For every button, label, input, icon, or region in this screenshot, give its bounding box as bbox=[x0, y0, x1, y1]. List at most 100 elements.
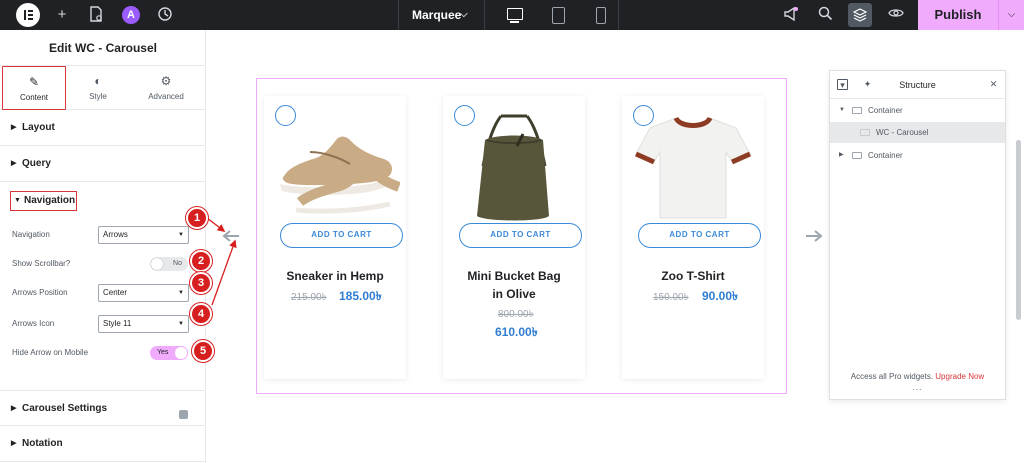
tablet-icon[interactable] bbox=[548, 5, 568, 25]
search-icon[interactable] bbox=[816, 6, 834, 24]
structure-item[interactable]: ▼ Container bbox=[830, 100, 1005, 121]
structure-item-selected[interactable]: WC - Carousel bbox=[830, 122, 1005, 143]
upgrade-footer: Access all Pro widgets. Upgrade Now bbox=[830, 372, 1005, 381]
arrows-position-label: Arrows Position bbox=[12, 288, 68, 297]
close-icon[interactable]: ✕ bbox=[988, 79, 999, 90]
mobile-icon[interactable] bbox=[590, 5, 610, 25]
annotation-marker: 2 bbox=[190, 250, 212, 272]
arrows-position-select[interactable]: Center ▼ bbox=[98, 284, 189, 302]
caret-down-icon: ▼ bbox=[178, 321, 184, 327]
section-layout[interactable]: ▶ Layout bbox=[0, 110, 206, 146]
product-price: 185.00৳ bbox=[339, 289, 382, 303]
product-image[interactable] bbox=[449, 110, 579, 222]
arrow-right-icon[interactable] bbox=[805, 229, 823, 243]
tab-label: Advanced bbox=[148, 92, 184, 101]
select-value: Arrows bbox=[103, 230, 128, 239]
section-label: Carousel Settings bbox=[22, 403, 108, 414]
section-carousel-settings[interactable]: ▶ Carousel Settings bbox=[0, 390, 206, 426]
product-old-price: 800.00৳ bbox=[498, 309, 534, 320]
structure-item[interactable]: ▶ Container bbox=[830, 145, 1005, 166]
preview-icon[interactable] bbox=[887, 6, 905, 24]
select-value: Style 11 bbox=[103, 319, 132, 328]
structure-item-label: Container bbox=[868, 151, 903, 160]
product-card: ADD TO CART Mini Bucket Bag in Olive 800… bbox=[443, 96, 585, 379]
canvas-scrollbar[interactable] bbox=[1016, 140, 1021, 320]
tab-content[interactable]: ✎ Content bbox=[2, 66, 66, 110]
divider bbox=[618, 0, 619, 30]
tab-style[interactable]: ◐ Style bbox=[66, 66, 130, 110]
section-label: Navigation bbox=[24, 195, 76, 206]
section-notation[interactable]: ▶ Notation bbox=[0, 426, 206, 462]
notifications-icon[interactable] bbox=[782, 6, 800, 24]
arrows-icon-label: Arrows Icon bbox=[12, 319, 55, 328]
tab-label: Style bbox=[89, 92, 107, 101]
product-card: ADD TO CART Sneaker in Hemp 215.00৳ 185.… bbox=[264, 96, 406, 379]
caret-down-icon: ▼ bbox=[839, 107, 845, 113]
section-label: Layout bbox=[22, 122, 55, 133]
product-name[interactable]: Sneaker in Hemp bbox=[264, 269, 406, 283]
desktop-icon[interactable] bbox=[505, 5, 525, 25]
structure-icon[interactable] bbox=[848, 3, 872, 27]
annotation-marker: 4 bbox=[190, 303, 212, 325]
container-icon bbox=[852, 107, 862, 114]
toggle-text: Yes bbox=[157, 349, 169, 356]
pencil-icon: ✎ bbox=[28, 75, 40, 89]
product-card: ADD TO CART Zoo T-Shirt 150.00৳ 90.00৳ bbox=[622, 96, 764, 379]
navigation-select[interactable]: Arrows ▼ bbox=[98, 226, 189, 244]
publish-button[interactable]: Publish bbox=[918, 0, 998, 30]
annotation-marker: 3 bbox=[190, 272, 212, 294]
product-image[interactable] bbox=[628, 110, 758, 222]
history-icon[interactable] bbox=[156, 6, 174, 24]
structure-item-label: Container bbox=[868, 106, 903, 115]
product-price: 610.00৳ bbox=[495, 325, 538, 339]
annotation-marker: 1 bbox=[186, 207, 208, 229]
caret-down-icon: ▼ bbox=[178, 290, 184, 296]
add-to-cart-button[interactable]: ADD TO CART bbox=[638, 223, 761, 248]
hide-arrow-toggle[interactable]: Yes bbox=[150, 346, 188, 360]
page-selector[interactable]: Marquee ⌵ bbox=[398, 0, 484, 30]
structure-title: Structure bbox=[899, 80, 936, 90]
arrow-left-icon[interactable] bbox=[222, 229, 240, 243]
add-to-cart-button[interactable]: ADD TO CART bbox=[280, 223, 403, 248]
elementor-logo-icon[interactable] bbox=[16, 3, 40, 27]
arrows-icon-select[interactable]: Style 11 ▼ bbox=[98, 315, 189, 333]
container-icon bbox=[852, 152, 862, 159]
product-name-line1[interactable]: Mini Bucket Bag bbox=[443, 269, 585, 283]
add-icon[interactable]: + bbox=[53, 6, 71, 24]
product-name-line2[interactable]: in Olive bbox=[443, 287, 585, 301]
caret-right-icon: ▶ bbox=[11, 160, 17, 167]
pro-badge-icon bbox=[179, 410, 188, 419]
upgrade-link[interactable]: Upgrade Now bbox=[935, 372, 984, 381]
gear-icon: ⚙ bbox=[160, 74, 172, 88]
section-navigation[interactable]: ▼ Navigation bbox=[10, 191, 77, 211]
ai-icon[interactable]: A bbox=[122, 6, 140, 24]
widget-icon bbox=[860, 129, 870, 136]
structure-item-label: WC - Carousel bbox=[876, 128, 929, 137]
top-bar: + A Marquee ⌵ Publish ⌵ bbox=[0, 0, 1024, 30]
add-to-cart-button[interactable]: ADD TO CART bbox=[459, 223, 582, 248]
caret-right-icon: ▶ bbox=[839, 152, 844, 158]
chevron-down-icon[interactable]: ⌵ bbox=[998, 0, 1024, 30]
wishlist-icon[interactable] bbox=[275, 105, 296, 126]
section-query[interactable]: ▶ Query bbox=[0, 146, 206, 182]
resize-handle[interactable]: ··· bbox=[830, 385, 1005, 394]
section-label: Query bbox=[22, 158, 51, 169]
panel-title: Edit WC - Carousel bbox=[0, 30, 206, 66]
product-image[interactable] bbox=[270, 110, 400, 222]
scrollbar-toggle[interactable]: No bbox=[150, 257, 188, 271]
caret-down-icon: ▼ bbox=[14, 197, 21, 204]
caret-down-icon: ▼ bbox=[178, 232, 184, 238]
editor-panel: Edit WC - Carousel ✎ Content ◐ Style ⚙ A… bbox=[0, 30, 206, 463]
navigation-label: Navigation bbox=[12, 230, 50, 239]
page-settings-icon[interactable] bbox=[87, 6, 105, 24]
wishlist-icon[interactable] bbox=[633, 105, 654, 126]
product-name[interactable]: Zoo T-Shirt bbox=[622, 269, 764, 283]
product-old-price: 150.00৳ bbox=[653, 292, 689, 303]
page-name: Marquee bbox=[412, 8, 462, 22]
structure-panel: ▾ ✦ Structure ✕ ▼ Container WC - Carouse… bbox=[829, 70, 1006, 400]
select-value: Center bbox=[103, 288, 128, 297]
wishlist-icon[interactable] bbox=[454, 105, 475, 126]
upgrade-text: Access all Pro widgets. bbox=[850, 372, 934, 381]
tab-label: Content bbox=[19, 93, 49, 102]
tab-advanced[interactable]: ⚙ Advanced bbox=[134, 66, 198, 110]
